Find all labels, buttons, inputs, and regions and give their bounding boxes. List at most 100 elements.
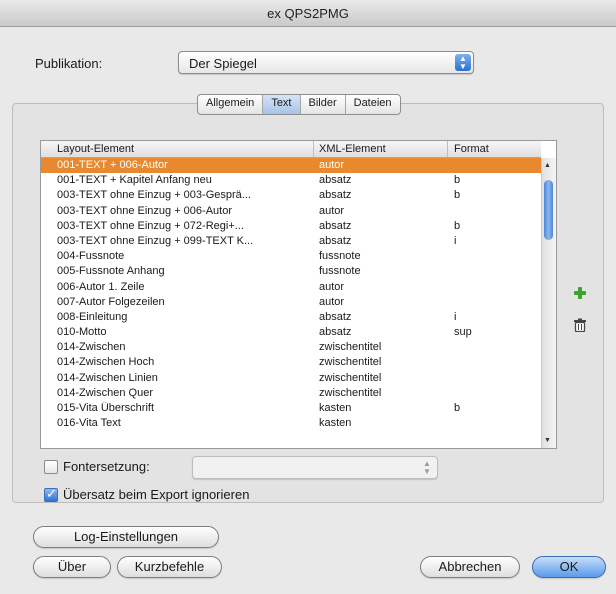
chevron-up-down-icon: ▲ ▼ bbox=[423, 459, 431, 476]
layout-element-cell: 014-Zwischen bbox=[57, 341, 126, 354]
delete-row-button[interactable] bbox=[573, 318, 587, 333]
tab-bar: Allgemein Text Bilder Dateien bbox=[197, 94, 401, 115]
publication-value: Der Spiegel bbox=[189, 56, 257, 71]
tab-bilder[interactable]: Bilder bbox=[301, 95, 346, 114]
table-body: 001-TEXT + 006-Autor autor 001-TEXT + Kapi… bbox=[41, 158, 541, 431]
layout-element-cell: 014-Zwischen Linien bbox=[57, 371, 158, 384]
table-row[interactable]: 003-TEXT ohne Einzug + 099-TEXT K... absa… bbox=[41, 234, 541, 249]
table-row[interactable]: 015-Vita Überschrift kasten b bbox=[41, 401, 541, 416]
format-cell: sup bbox=[454, 326, 472, 339]
format-cell: b bbox=[454, 402, 461, 414]
xml-element-cell: absatz bbox=[319, 310, 352, 323]
column-header-xml[interactable]: XML-Element bbox=[319, 143, 386, 155]
xml-element-cell: zwischentitel bbox=[319, 341, 382, 354]
add-icon bbox=[574, 287, 586, 299]
table-row[interactable]: 014-Zwischen zwischentitel bbox=[41, 340, 541, 355]
log-settings-button[interactable]: Log-Einstellungen bbox=[33, 526, 219, 548]
format-cell: b bbox=[454, 219, 461, 232]
table-row[interactable]: 006-Autor 1. Zeile autor bbox=[41, 280, 541, 295]
xml-element-cell: zwischentitel bbox=[319, 371, 382, 384]
layout-element-cell: 001-TEXT + 006-Autor bbox=[57, 159, 168, 171]
table-row[interactable]: 016-Vita Text kasten bbox=[41, 416, 541, 431]
font-replacement-checkbox[interactable] bbox=[44, 460, 58, 474]
title-bar: ex QPS2PMG bbox=[0, 0, 616, 27]
about-button[interactable]: Über bbox=[33, 556, 111, 578]
scroll-thumb[interactable] bbox=[544, 180, 553, 240]
column-divider bbox=[313, 141, 314, 157]
checkmark-icon: ✓ bbox=[46, 486, 57, 501]
cancel-button[interactable]: Abbrechen bbox=[420, 556, 520, 578]
layout-element-cell: 016-Vita Text bbox=[57, 417, 121, 430]
format-cell: i bbox=[454, 234, 457, 247]
table-header: Layout-Element XML-Element Format bbox=[41, 141, 541, 158]
xml-element-cell: fussnote bbox=[319, 265, 361, 278]
table-row[interactable]: 004-Fussnote fussnote bbox=[41, 249, 541, 264]
dialog-window: ex QPS2PMG Publikation: Der Spiegel ▲ ▼ A… bbox=[0, 0, 616, 594]
tab-text[interactable]: Text bbox=[263, 95, 301, 114]
tab-dateien[interactable]: Dateien bbox=[346, 95, 400, 114]
chevron-up-down-icon: ▲ ▼ bbox=[455, 54, 471, 71]
xml-element-cell: kasten bbox=[319, 417, 352, 430]
font-replacement-popup[interactable]: ▲ ▼ bbox=[192, 456, 438, 479]
layout-element-cell: 014-Zwischen Quer bbox=[57, 386, 153, 399]
table-row[interactable]: 014-Zwischen Hoch zwischentitel bbox=[41, 355, 541, 370]
layout-element-cell: 015-Vita Überschrift bbox=[57, 402, 155, 414]
layout-element-cell: 003-TEXT ohne Einzug + 003-Gesprä... bbox=[57, 189, 251, 202]
column-divider bbox=[447, 141, 448, 157]
table-row[interactable]: 008-Einleitung absatz i bbox=[41, 310, 541, 325]
table-row[interactable]: 014-Zwischen Quer zwischentitel bbox=[41, 386, 541, 401]
column-header-format[interactable]: Format bbox=[454, 143, 489, 155]
table-row[interactable]: 005-Fussnote Anhang fussnote bbox=[41, 264, 541, 279]
scroll-up-icon[interactable]: ▲ bbox=[544, 162, 551, 169]
table-row[interactable]: 003-TEXT ohne Einzug + 003-Gesprä... absa… bbox=[41, 188, 541, 203]
add-row-button[interactable] bbox=[573, 286, 587, 300]
table-row[interactable]: 003-TEXT ohne Einzug + 006-Autor autor bbox=[41, 204, 541, 219]
layout-element-cell: 008-Einleitung bbox=[57, 310, 128, 323]
xml-element-cell: zwischentitel bbox=[319, 356, 382, 369]
table-row[interactable]: 014-Zwischen Linien zwischentitel bbox=[41, 371, 541, 386]
column-header-layout[interactable]: Layout-Element bbox=[57, 143, 134, 155]
layout-element-cell: 003-TEXT ohne Einzug + 099-TEXT K... bbox=[57, 234, 254, 247]
table-row[interactable]: 007-Autor Folgezeilen autor bbox=[41, 295, 541, 310]
overset-label: Übersatz beim Export ignorieren bbox=[63, 487, 250, 502]
xml-element-cell: autor bbox=[319, 159, 345, 171]
xml-element-cell: absatz bbox=[319, 234, 352, 247]
table-row[interactable]: 003-TEXT ohne Einzug + 072-Regi+... absat… bbox=[41, 219, 541, 234]
trash-icon bbox=[574, 318, 586, 333]
tab-allgemein[interactable]: Allgemein bbox=[198, 95, 264, 114]
table-row[interactable]: 001-TEXT + 006-Autor autor bbox=[41, 158, 541, 174]
shortcuts-button[interactable]: Kurzbefehle bbox=[117, 556, 222, 578]
vertical-scrollbar[interactable]: ▲ ▼ bbox=[541, 158, 556, 448]
layout-element-cell: 007-Autor Folgezeilen bbox=[57, 295, 165, 308]
xml-element-cell: absatz bbox=[319, 174, 352, 187]
layout-element-cell: 010-Motto bbox=[57, 326, 107, 339]
format-cell: b bbox=[454, 174, 461, 187]
layout-element-cell: 014-Zwischen Hoch bbox=[57, 356, 155, 369]
table-row[interactable]: 001-TEXT + Kapitel Anfang neu absatz b bbox=[41, 173, 541, 188]
format-cell: b bbox=[454, 189, 461, 202]
layout-element-cell: 006-Autor 1. Zeile bbox=[57, 280, 145, 293]
ok-button[interactable]: OK bbox=[532, 556, 606, 578]
layout-element-cell: 004-Fussnote bbox=[57, 250, 125, 263]
table-row[interactable]: 010-Motto absatz sup bbox=[41, 325, 541, 340]
layout-element-cell: 001-TEXT + Kapitel Anfang neu bbox=[57, 174, 212, 187]
mapping-table: Layout-Element XML-Element Format 001-TE… bbox=[40, 140, 557, 449]
window-title: ex QPS2PMG bbox=[267, 6, 349, 21]
layout-element-cell: 003-TEXT ohne Einzug + 006-Autor bbox=[57, 204, 232, 217]
xml-element-cell: absatz bbox=[319, 219, 352, 232]
xml-element-cell: absatz bbox=[319, 189, 352, 202]
overset-checkbox[interactable]: ✓ bbox=[44, 486, 58, 502]
scroll-down-icon[interactable]: ▼ bbox=[544, 437, 551, 444]
xml-element-cell: autor bbox=[319, 295, 345, 308]
xml-element-cell: fussnote bbox=[319, 250, 361, 263]
xml-element-cell: autor bbox=[319, 204, 345, 217]
publication-popup[interactable]: Der Spiegel ▲ ▼ bbox=[178, 51, 474, 74]
xml-element-cell: zwischentitel bbox=[319, 386, 382, 399]
font-replacement-label: Fontersetzung: bbox=[63, 459, 150, 474]
publication-label: Publikation: bbox=[35, 56, 103, 71]
xml-element-cell: autor bbox=[319, 280, 345, 293]
xml-element-cell: kasten bbox=[319, 402, 352, 414]
xml-element-cell: absatz bbox=[319, 326, 352, 339]
layout-element-cell: 005-Fussnote Anhang bbox=[57, 265, 165, 278]
format-cell: i bbox=[454, 310, 457, 323]
